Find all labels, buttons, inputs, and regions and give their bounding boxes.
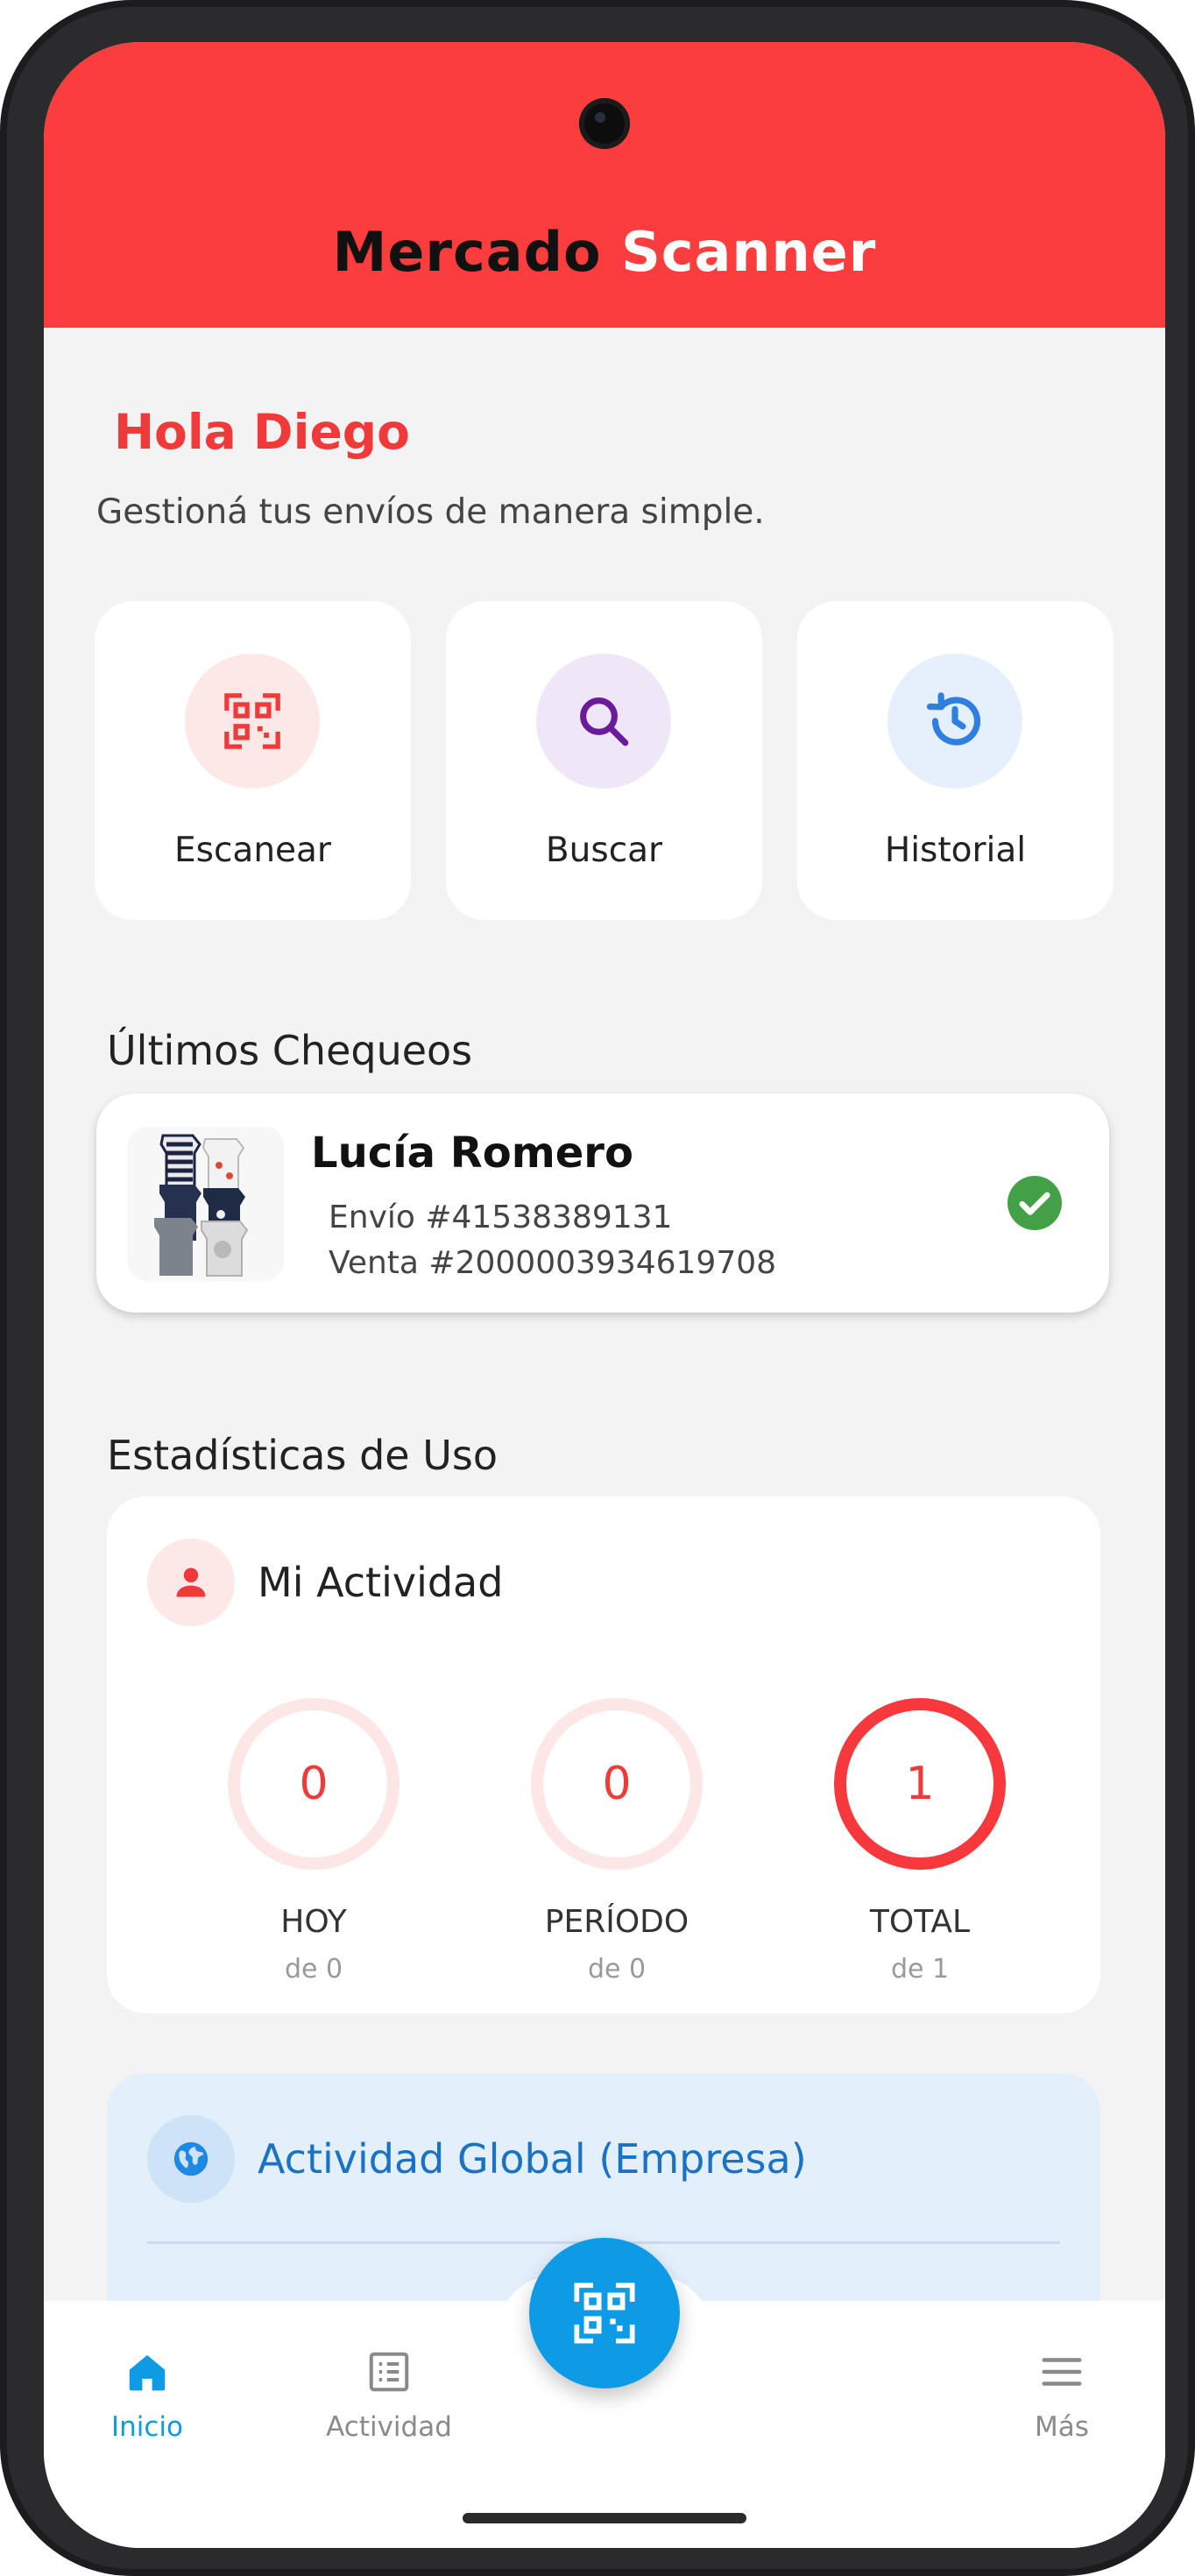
nav-item-inicio[interactable]: Inicio: [60, 2348, 235, 2445]
check-circle-icon: [1008, 1176, 1062, 1230]
stat-total-label: TOTAL: [869, 1904, 971, 1940]
nav-item-mas[interactable]: Más: [974, 2348, 1149, 2445]
app-title-part1: Mercado: [332, 220, 602, 284]
device-frame: Mercado Scanner Hola Diego Gestioná tus …: [0, 0, 1195, 2576]
nav-label-actividad: Actividad: [326, 2411, 452, 2443]
global-activity-title: Actividad Global (Empresa): [258, 2135, 807, 2183]
stats-section-title: Estadísticas de Uso: [107, 1432, 498, 1479]
person-icon: [147, 1539, 235, 1626]
search-action-card[interactable]: Buscar: [446, 601, 762, 920]
list-icon: [369, 2352, 409, 2392]
product-thumbnail: [128, 1127, 284, 1281]
qr-scan-icon: [574, 2282, 635, 2344]
app-header: Mercado Scanner: [44, 42, 1165, 328]
stat-total: 1 TOTAL de 1: [806, 1698, 1034, 1987]
history-icon: [887, 654, 1022, 789]
app-title: Mercado Scanner: [44, 217, 1165, 287]
stat-total-sub: de 1: [890, 1954, 950, 1985]
qr-scan-icon: [185, 654, 320, 789]
shipment-number: Envío #41538389131: [329, 1200, 673, 1235]
history-action-label: Historial: [884, 831, 1027, 870]
greeting-title: Hola Diego: [114, 404, 410, 460]
stat-today-ring: 0: [228, 1698, 400, 1870]
scan-action-card[interactable]: Escanear: [95, 601, 411, 920]
nav-item-actividad[interactable]: Actividad: [301, 2348, 477, 2445]
stat-period-sub: de 0: [587, 1954, 647, 1985]
stat-period-label: PERÍODO: [544, 1904, 689, 1940]
stat-today-label: HOY: [280, 1904, 347, 1940]
home-indicator[interactable]: [463, 2513, 746, 2523]
menu-icon: [1042, 2358, 1082, 2386]
search-icon: [536, 654, 671, 789]
nav-label-mas: Más: [1035, 2411, 1089, 2443]
stat-total-ring: 1: [834, 1698, 1006, 1870]
stat-period-ring: 0: [531, 1698, 703, 1870]
history-action-card[interactable]: Historial: [797, 601, 1114, 920]
scan-action-label: Escanear: [174, 831, 331, 870]
stat-period: 0 PERÍODO de 0: [503, 1698, 731, 1987]
front-camera: [579, 98, 630, 149]
app-screen: Mercado Scanner Hola Diego Gestioná tus …: [44, 42, 1165, 2548]
recent-section-title: Últimos Chequeos: [107, 1027, 473, 1074]
sale-number: Venta #2000003934619708: [329, 1245, 777, 1281]
app-title-part2: Scanner: [621, 220, 877, 284]
recipient-name: Lucía Romero: [311, 1129, 633, 1178]
recent-check-item[interactable]: Lucía Romero Envío #41538389131 Venta #2…: [96, 1093, 1109, 1313]
device-bezel: Mercado Scanner Hola Diego Gestioná tus …: [7, 7, 1188, 2569]
stat-today: 0 HOY de 0: [200, 1698, 428, 1987]
nav-label-inicio: Inicio: [110, 2411, 184, 2443]
globe-icon: [147, 2115, 235, 2203]
scan-fab-button[interactable]: [529, 2238, 680, 2388]
search-action-label: Buscar: [545, 831, 663, 870]
my-activity-title: Mi Actividad: [258, 1559, 504, 1606]
greeting-subtitle: Gestioná tus envíos de manera simple.: [96, 492, 765, 532]
home-icon: [129, 2354, 166, 2391]
my-activity-card: Mi Actividad 0 HOY de 0 0 PERÍODO de 0 1…: [107, 1497, 1100, 2013]
stat-today-sub: de 0: [284, 1954, 343, 1985]
